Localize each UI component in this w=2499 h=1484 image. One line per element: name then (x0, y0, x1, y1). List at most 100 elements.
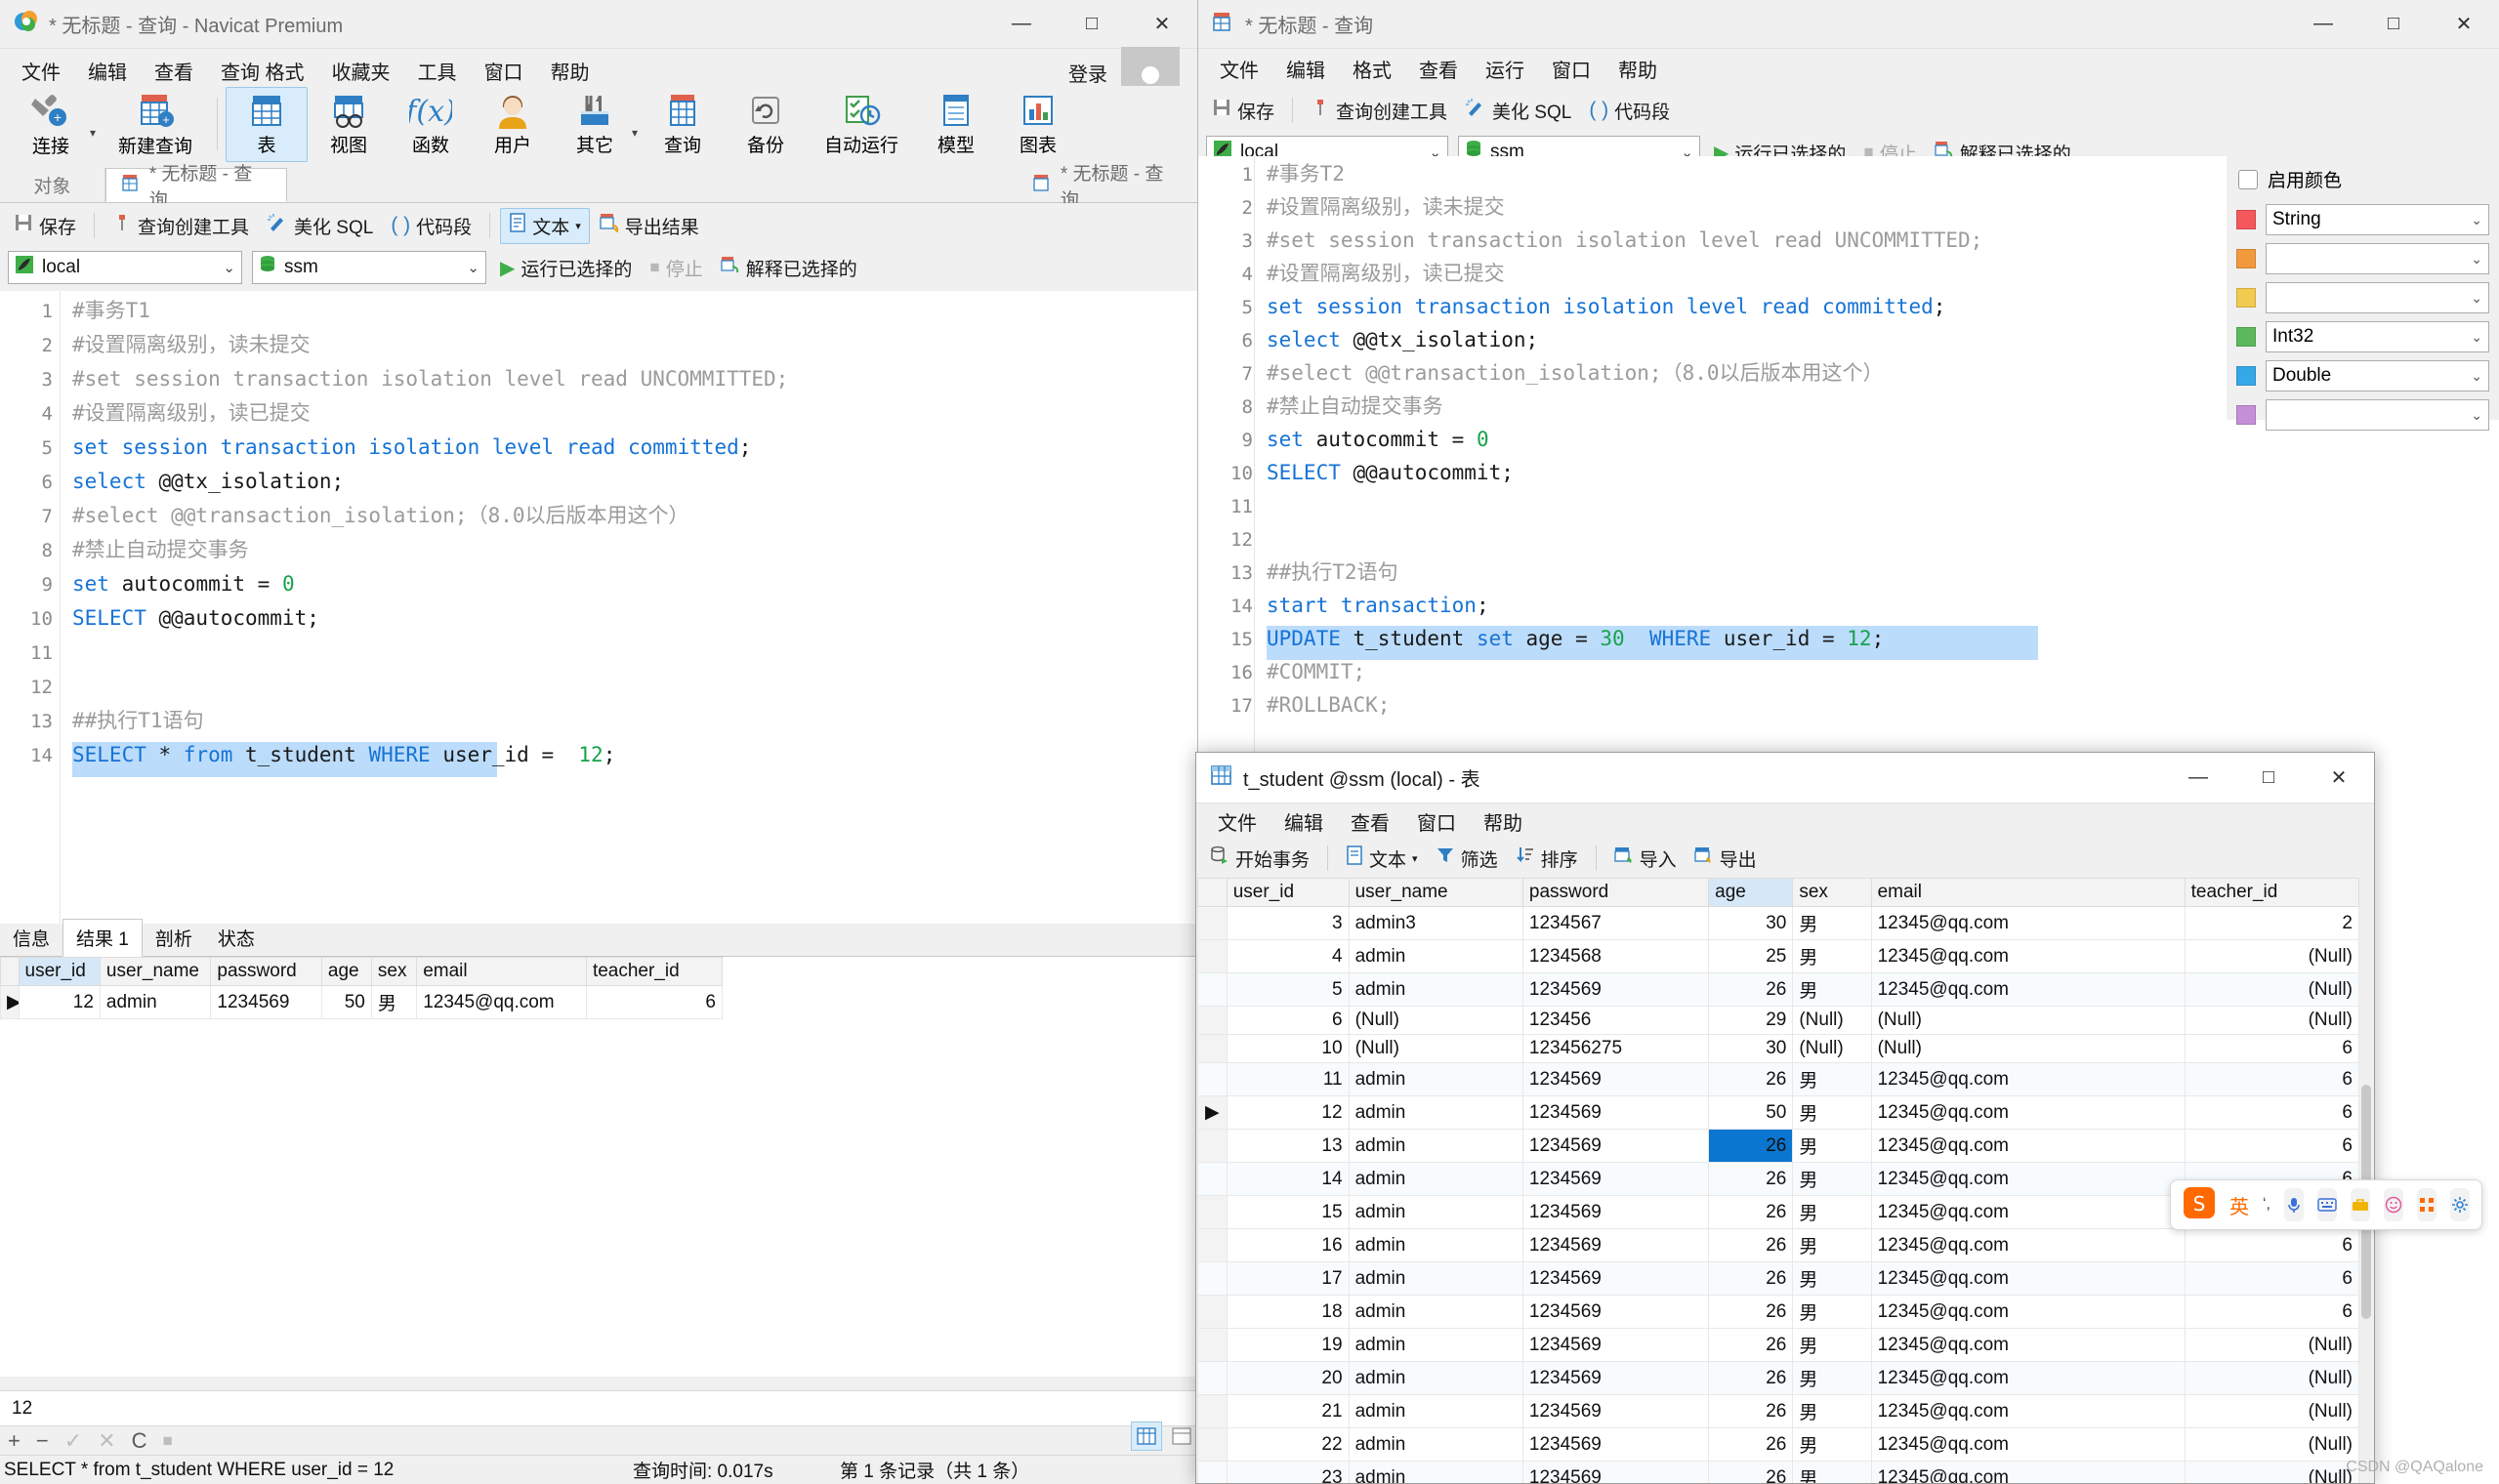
table-cell-teacher_id[interactable]: 6 (586, 986, 722, 1019)
table-cell-password[interactable]: 1234569 (1522, 1229, 1708, 1262)
chevron-down-icon[interactable]: ⌄ (2471, 368, 2482, 385)
table-cell-email[interactable]: (Null) (1871, 1007, 2185, 1035)
ribbon-button-function[interactable]: f(x) 函数 (390, 92, 472, 157)
result-tab-status[interactable]: 状态 (205, 920, 268, 956)
table-cell-user_id[interactable]: 23 (1227, 1462, 1349, 1484)
table-cell-age[interactable]: 26 (1709, 1130, 1793, 1163)
table-row[interactable]: 3admin3123456730男12345@qq.com2 (1198, 907, 2359, 940)
table-cell-user_id[interactable]: 18 (1227, 1296, 1349, 1329)
text-view-button[interactable]: 文本 ▾ (500, 208, 590, 244)
code-line[interactable]: #禁止自动提交事务 (1267, 396, 1443, 417)
table-cell-age[interactable]: 26 (1709, 973, 1793, 1007)
table-cell-user_id[interactable]: 10 (1227, 1035, 1349, 1063)
ribbon-button-chart[interactable]: 图表 (997, 92, 1079, 157)
table-cell-password[interactable]: 123456 (1522, 1007, 1708, 1035)
value-editor[interactable]: 12 (0, 1390, 1197, 1425)
column-header-sex[interactable]: sex (1793, 879, 1871, 907)
table-cell-email[interactable]: 12345@qq.com (1871, 1163, 2185, 1196)
table-cell-user_id[interactable]: 20 (1227, 1362, 1349, 1395)
table-cell-sex[interactable]: 男 (1793, 1395, 1871, 1428)
table-cell-user_name[interactable]: admin (1349, 1130, 1522, 1163)
code-line[interactable]: SELECT @@autocommit; (72, 608, 319, 629)
table-cell-password[interactable]: 1234569 (1522, 1362, 1708, 1395)
menu-item-edit[interactable]: 编辑 (1272, 51, 1339, 87)
main-sql-editor[interactable]: 1#事务T12#设置隔离级别，读未提交3#set session transac… (0, 291, 1197, 924)
color-swatch[interactable] (2236, 405, 2256, 425)
query-builder-button[interactable]: 查询创建工具 (104, 209, 257, 243)
export-button[interactable]: 导出 (1687, 842, 1765, 876)
color-swatch[interactable] (2236, 288, 2256, 308)
table-cell-user_id[interactable]: 12 (1227, 1096, 1349, 1130)
table-cell-age[interactable]: 26 (1709, 1395, 1793, 1428)
table-cell-sex[interactable]: (Null) (1793, 1007, 1871, 1035)
table-cell-user_id[interactable]: 6 (1227, 1007, 1349, 1035)
beautify-sql-button[interactable]: 美化 SQL (259, 209, 381, 243)
table-cell-password[interactable]: 1234569 (1522, 1163, 1708, 1196)
table-row[interactable]: ▶12admin123456950男12345@qq.com6 (1, 986, 723, 1019)
table-cell-user_id[interactable]: 21 (1227, 1395, 1349, 1428)
maximize-button[interactable]: □ (2358, 0, 2429, 48)
table-cell-email[interactable]: 12345@qq.com (1871, 940, 2185, 973)
emoji-icon[interactable] (2384, 1188, 2403, 1221)
table-row[interactable]: 19admin123456926男12345@qq.com(Null) (1198, 1329, 2359, 1362)
table-cell-email[interactable]: 12345@qq.com (1871, 1063, 2185, 1096)
code-line[interactable]: #select @@transaction_isolation;（8.0以后版本… (1267, 363, 1884, 384)
menu-item-help[interactable]: 帮助 (1604, 51, 1671, 87)
maximize-button[interactable]: □ (1057, 0, 1127, 48)
column-header-age[interactable]: age (1709, 879, 1793, 907)
code-line[interactable]: #COMMIT; (1267, 662, 1365, 682)
export-result-button[interactable]: 导出结果 (592, 209, 707, 243)
table-cell-sex[interactable]: 男 (1793, 907, 1871, 940)
table-cell-teacher_id[interactable]: 6 (2185, 1262, 2358, 1296)
query-builder-button[interactable]: 查询创建工具 (1303, 94, 1455, 128)
menu-item-view[interactable]: 查看 (1405, 51, 1472, 87)
table-cell-user_id[interactable]: 5 (1227, 973, 1349, 1007)
sort-button[interactable]: 排序 (1508, 842, 1586, 876)
table-cell-user_id[interactable]: 13 (1227, 1130, 1349, 1163)
run-selected-button[interactable]: ▶ 运行已选择的 (496, 255, 636, 281)
table-cell-age[interactable]: 26 (1709, 1329, 1793, 1362)
table-cell-age[interactable]: 50 (321, 986, 371, 1019)
object-tab[interactable]: 对象 (0, 168, 105, 202)
form-view-toggle[interactable] (1166, 1422, 1197, 1451)
table-cell-user_id[interactable]: 22 (1227, 1428, 1349, 1462)
table-cell-teacher_id[interactable]: (Null) (2185, 973, 2358, 1007)
ribbon-button-automation[interactable]: 自动运行 (808, 92, 915, 157)
code-line[interactable]: #禁止自动提交事务 (72, 540, 249, 560)
color-swatch[interactable] (2236, 249, 2256, 268)
result-tab-profile[interactable]: 剖析 (143, 920, 205, 956)
column-header-sex[interactable]: sex (371, 958, 416, 986)
column-header-email[interactable]: email (417, 958, 587, 986)
close-button[interactable]: ✕ (1127, 0, 1197, 48)
type-select[interactable]: String⌄ (2266, 204, 2489, 235)
table-cell-user_id[interactable]: 3 (1227, 907, 1349, 940)
table-cell-user_id[interactable]: 19 (1227, 1329, 1349, 1362)
table-cell-user_id[interactable]: 17 (1227, 1262, 1349, 1296)
text-view-button[interactable]: 文本 ▾ (1338, 842, 1426, 876)
code-line[interactable]: set session transaction isolation level … (1267, 297, 1945, 317)
table-cell-email[interactable]: 12345@qq.com (1871, 1296, 2185, 1329)
table-cell-password[interactable]: 1234569 (1522, 1063, 1708, 1096)
import-button[interactable]: 导入 (1606, 842, 1685, 876)
table-cell-sex[interactable]: 男 (1793, 1428, 1871, 1462)
type-select[interactable]: ⌄ (2266, 282, 2489, 313)
table-row[interactable]: 20admin123456926男12345@qq.com(Null) (1198, 1362, 2359, 1395)
menu-item-file[interactable]: 文件 (8, 53, 74, 89)
table-cell-password[interactable]: 1234569 (1522, 1130, 1708, 1163)
table-cell-teacher_id[interactable]: 6 (2185, 1296, 2358, 1329)
delete-record-button[interactable]: − (36, 1428, 49, 1454)
connection-dropdown-icon[interactable]: ▾ (90, 126, 96, 140)
table-cell-teacher_id[interactable]: (Null) (2185, 1428, 2358, 1462)
table-cell-sex[interactable]: 男 (1793, 1296, 1871, 1329)
table-cell-user_id[interactable]: 4 (1227, 940, 1349, 973)
ribbon-button-connection[interactable]: + 连接 (6, 91, 96, 158)
ribbon-button-table[interactable]: 表 (226, 87, 308, 162)
type-select[interactable]: ⌄ (2266, 243, 2489, 274)
table-cell-age[interactable]: 29 (1709, 1007, 1793, 1035)
code-snippet-button[interactable]: ( ) 代码段 (383, 209, 479, 243)
table-cell-age[interactable]: 26 (1709, 1362, 1793, 1395)
table-row[interactable]: 4admin123456825男12345@qq.com(Null) (1198, 940, 2359, 973)
column-header-email[interactable]: email (1871, 879, 2185, 907)
menu-item-window[interactable]: 窗口 (471, 53, 537, 89)
table-cell-teacher_id[interactable]: (Null) (2185, 1007, 2358, 1035)
